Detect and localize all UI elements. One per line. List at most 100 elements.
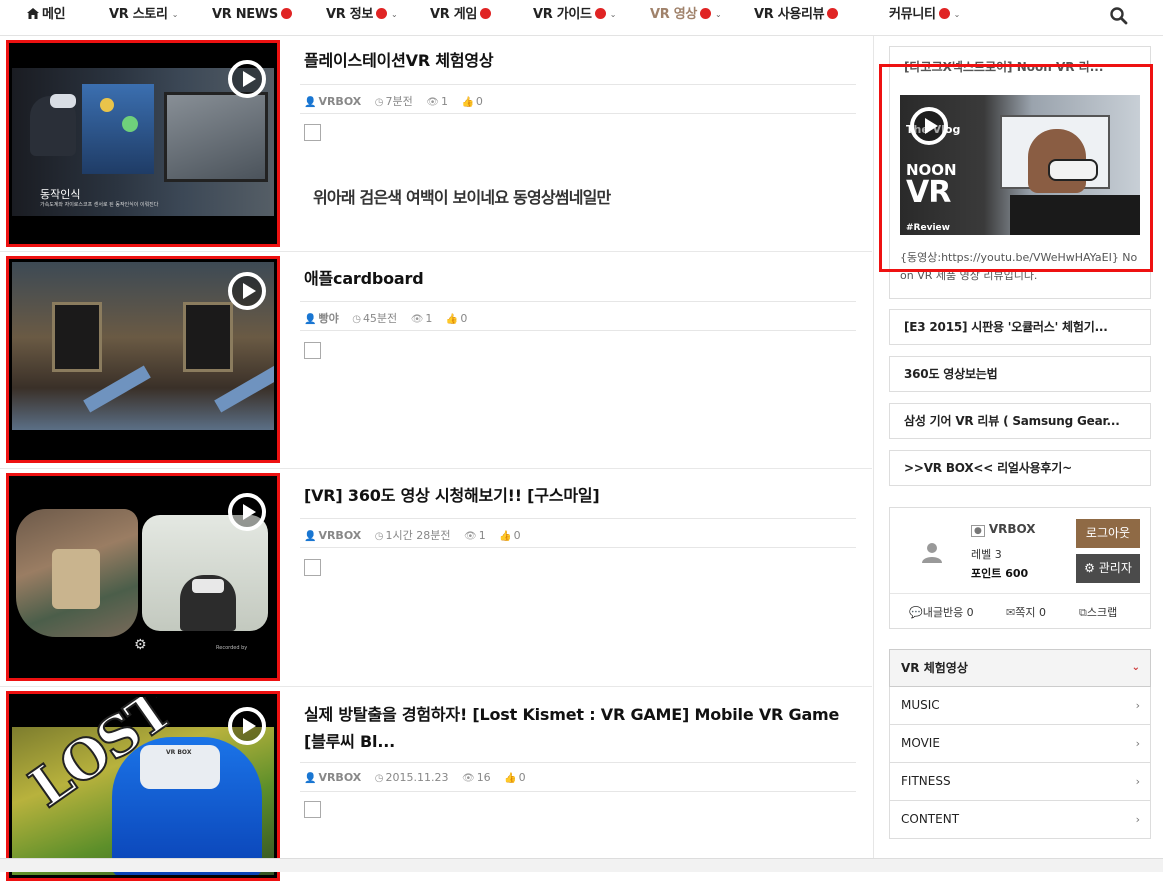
new-dot-icon: [376, 8, 388, 19]
nav-item-vr-review[interactable]: VR 사용리뷰: [754, 0, 839, 30]
post-author[interactable]: 빵야: [318, 312, 338, 325]
nav-item-vr-info[interactable]: VR 정보 ⌄: [326, 0, 398, 30]
post-views: 1: [478, 529, 486, 542]
divider: [890, 593, 1150, 594]
post-time: 45분전: [362, 312, 398, 325]
messages-link[interactable]: ✉쪽지 0: [1006, 604, 1046, 620]
post-thumbnail[interactable]: 동작인식 가속도계와 자이로스코프 센서로 된 동작인식이 이뤄진다: [6, 40, 280, 247]
nav-item-vr-story[interactable]: VR 스토리 ⌄: [109, 0, 178, 30]
play-icon: [228, 493, 266, 531]
new-dot-icon: [594, 8, 606, 19]
post-title[interactable]: 플레이스테이션VR 체험영상: [304, 47, 849, 74]
thumbnail-image: 동작인식 가속도계와 자이로스코프 센서로 된 동작인식이 이뤄진다: [12, 46, 274, 241]
post-title[interactable]: 실제 방탈출을 경험하자! [Lost Kismet : VR GAME] Mo…: [304, 701, 849, 755]
nav-item-community[interactable]: 커뮤니티 ⌄: [889, 0, 960, 30]
post-checkbox[interactable]: [304, 342, 321, 359]
play-icon: [228, 60, 266, 98]
post-meta: 👤 VRBOX ◷ 2015.11.23 👁 16 👍 0: [300, 762, 856, 792]
post-likes: 0: [518, 771, 526, 784]
post-views: 1: [425, 312, 433, 325]
horizontal-scrollbar[interactable]: [0, 858, 1163, 872]
post-checkbox[interactable]: [304, 801, 321, 818]
thumb-caption: 동작인식: [40, 188, 81, 201]
post-author[interactable]: VRBOX: [318, 771, 361, 784]
category-item-content[interactable]: CONTENT ›: [889, 801, 1151, 839]
chevron-right-icon: ›: [1135, 775, 1140, 788]
post-thumbnail[interactable]: VR BOX LOST: [6, 691, 280, 881]
top-nav: 메인 VR 스토리 ⌄ VR NEWS VR 정보 ⌄ VR 게임 VR 가이드 ⌄ …: [0, 0, 1163, 36]
chevron-down-icon: ⌄: [609, 10, 617, 19]
category-item-movie[interactable]: MOVIE ›: [889, 725, 1151, 763]
play-icon: [228, 272, 266, 310]
user-icon: 👤: [304, 531, 317, 542]
nav-item-vr-game[interactable]: VR 게임: [430, 0, 492, 30]
user-panel: ● VRBOX 레벨 3 포인트 600 로그아웃 ⚙ 관리자 💬내글반응 0 ✉…: [889, 507, 1151, 629]
post-checkbox[interactable]: [304, 559, 321, 576]
eye-icon: 👁: [463, 531, 477, 542]
thumbs-up-icon: 👍: [461, 97, 474, 108]
post-item: 애플cardboard 👤 빵야 ◷ 45분전 👁 1 👍 0: [0, 252, 872, 469]
thumbnail-image: VR BOX LOST: [12, 697, 274, 875]
chevron-right-icon: ›: [1135, 813, 1140, 826]
admin-button[interactable]: ⚙ 관리자: [1076, 554, 1140, 583]
post-likes: 0: [475, 95, 483, 108]
eye-icon: 👁: [426, 97, 439, 108]
thumbs-up-icon: 👍: [504, 773, 517, 784]
my-reactions-link[interactable]: 💬내글반응 0: [909, 604, 974, 620]
sidebar-link[interactable]: [E3 2015] 시판용 '오큘러스' 체험기...: [889, 309, 1151, 345]
clock-icon: ◷: [374, 773, 384, 784]
post-thumbnail[interactable]: [6, 256, 280, 463]
eye-icon: 👁: [410, 314, 424, 325]
column-divider: [873, 36, 874, 872]
post-checkbox[interactable]: [304, 124, 321, 141]
home-icon: [27, 8, 39, 19]
nav-label: VR 가이드: [533, 7, 592, 22]
post-item: VR BOX LOST 실제 방탈출을 경험하자! [Lost Kismet :…: [0, 687, 872, 881]
nav-item-vr-news[interactable]: VR NEWS: [212, 0, 292, 30]
category-item-fitness[interactable]: FITNESS ›: [889, 763, 1151, 801]
nav-label: VR 영상: [650, 7, 698, 22]
play-icon: [228, 707, 266, 745]
comments-icon: 💬: [909, 606, 923, 619]
post-title[interactable]: 애플cardboard: [304, 265, 849, 292]
sidebar-link[interactable]: 삼성 기어 VR 리뷰 ( Samsung Gear...: [889, 403, 1151, 439]
scrap-link[interactable]: ⧉스크랩: [1079, 604, 1117, 620]
nav-label: VR 사용리뷰: [754, 7, 825, 22]
sidebar-link[interactable]: 360도 영상보는법: [889, 356, 1151, 392]
post-time: 2015.11.23: [385, 771, 449, 784]
post-item: ⚙ Recorded by [VR] 360도 영상 시청해보기!! [구스마일…: [0, 469, 872, 687]
clock-icon: ◷: [374, 531, 384, 542]
post-views: 1: [440, 95, 448, 108]
post-author[interactable]: VRBOX: [318, 95, 361, 108]
thumbs-up-icon: 👍: [499, 531, 512, 542]
avatar: [922, 543, 942, 563]
logout-button[interactable]: 로그아웃: [1076, 519, 1140, 548]
post-meta: 👤 빵야 ◷ 45분전 👁 1 👍 0: [300, 301, 856, 331]
post-time: 7분전: [385, 95, 413, 108]
search-icon[interactable]: [1109, 6, 1129, 26]
nav-label: VR 게임: [430, 7, 478, 22]
post-thumbnail[interactable]: ⚙ Recorded by: [6, 473, 280, 681]
new-dot-icon: [280, 8, 292, 19]
category-header[interactable]: VR 체험영상 ⌄: [889, 649, 1151, 687]
nav-label: VR 정보: [326, 7, 374, 22]
post-title[interactable]: [VR] 360도 영상 시청해보기!! [구스마일]: [304, 482, 849, 509]
nav-item-main[interactable]: 메인: [27, 0, 66, 30]
post-likes: 0: [460, 312, 468, 325]
category-item-music[interactable]: MUSIC ›: [889, 687, 1151, 725]
user-icon: 👤: [304, 97, 317, 108]
post-author[interactable]: VRBOX: [318, 529, 361, 542]
thumbs-up-icon: 👍: [445, 314, 459, 325]
clock-icon: ◷: [374, 97, 384, 108]
thumbnail-image: ⚙ Recorded by: [12, 479, 274, 675]
post-meta: 👤 VRBOX ◷ 1시간 28분전 👁 1 👍 0: [300, 518, 856, 548]
chevron-down-icon: ⌄: [715, 10, 722, 19]
chevron-down-icon: ⌄: [1131, 662, 1140, 673]
nav-label: VR NEWS: [212, 7, 278, 22]
new-dot-icon: [700, 8, 712, 19]
sidebar-link[interactable]: >>VR BOX<< 리얼사용후기~: [889, 450, 1151, 486]
nav-item-vr-guide[interactable]: VR 가이드 ⌄: [533, 0, 616, 30]
post-item: 동작인식 가속도계와 자이로스코프 센서로 된 동작인식이 이뤄진다 플레이스테…: [0, 36, 872, 252]
user-name[interactable]: ● VRBOX: [971, 522, 1036, 537]
nav-item-vr-video[interactable]: VR 영상 ⌄: [650, 0, 722, 30]
